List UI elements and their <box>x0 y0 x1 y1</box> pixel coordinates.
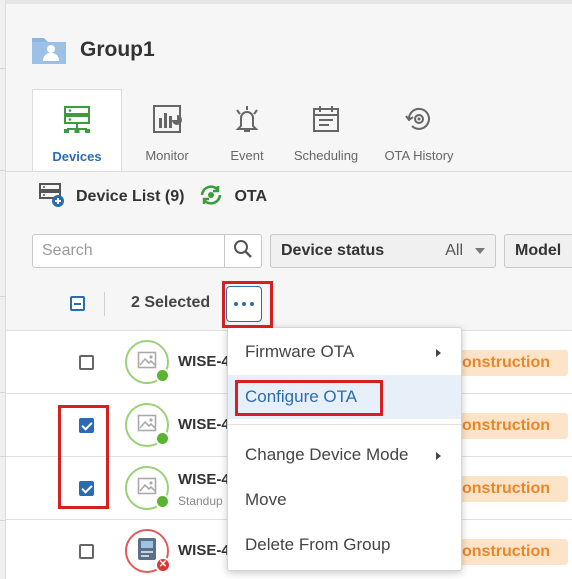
chevron-right-icon <box>436 349 441 357</box>
menu-item-firmware-ota[interactable]: Firmware OTA <box>228 330 461 374</box>
ota-history-icon <box>402 102 436 136</box>
status-badge: onstruction <box>444 539 568 565</box>
status-error-icon: ✕ <box>155 557 171 573</box>
menu-divider <box>228 424 461 425</box>
avatar: ✕ <box>125 529 171 573</box>
menu-item-label: Delete From Group <box>245 535 391 554</box>
avatar <box>125 466 170 510</box>
tab-monitor[interactable]: Monitor <box>122 89 212 171</box>
chevron-right-icon <box>436 452 441 460</box>
tab-ota-history-label: OTA History <box>384 148 454 163</box>
tab-devices-label: Devices <box>52 149 102 164</box>
calendar-icon <box>309 102 343 136</box>
page-title: Group1 <box>80 38 155 61</box>
subheader: Device List (9) OTA <box>38 182 267 212</box>
device-name[interactable]: WISE-4 <box>178 542 230 559</box>
tab-devices[interactable]: Devices <box>32 89 122 171</box>
tab-monitor-label: Monitor <box>145 148 189 163</box>
tab-event-label: Event <box>230 148 264 163</box>
tab-scheduling[interactable]: Scheduling <box>282 89 370 171</box>
device-status-value: All <box>445 242 463 259</box>
device-name[interactable]: WISE-4 <box>178 416 230 433</box>
status-badge: onstruction <box>444 413 568 439</box>
select-all-checkbox[interactable] <box>70 296 85 311</box>
selection-bar: 2 Selected <box>6 282 572 328</box>
selected-count: 2 Selected <box>131 294 211 311</box>
status-badge: onstruction <box>444 350 568 376</box>
chevron-down-icon <box>475 248 485 254</box>
model-label: Model <box>515 242 562 259</box>
menu-item-move[interactable]: Move <box>228 478 461 522</box>
more-actions-button[interactable] <box>226 286 262 322</box>
row-checkbox[interactable] <box>79 481 94 496</box>
avatar <box>125 340 170 384</box>
device-status-select[interactable]: Device status All <box>270 234 496 268</box>
row-checkbox[interactable] <box>79 544 94 559</box>
search-icon <box>233 239 253 264</box>
bell-icon <box>230 102 264 136</box>
model-select[interactable]: Model <box>504 234 572 268</box>
device-list-icon <box>38 182 66 213</box>
device-name[interactable]: WISE-4 <box>178 353 230 370</box>
ota-label[interactable]: OTA <box>234 188 267 206</box>
device-status-label: Device status <box>281 242 385 259</box>
divider <box>104 292 105 316</box>
menu-item-configure-ota[interactable]: Configure OTA <box>228 375 461 419</box>
row-checkbox[interactable] <box>79 418 94 433</box>
image-placeholder-icon <box>137 413 157 438</box>
actions-menu: Firmware OTA Configure OTA Change Device… <box>227 327 462 571</box>
group-header: Group1 <box>30 30 155 70</box>
tab-event[interactable]: Event <box>212 89 282 171</box>
status-badge: onstruction <box>444 476 568 502</box>
device-list-label[interactable]: Device List (9) <box>76 188 184 206</box>
folder-user-icon <box>30 34 68 66</box>
menu-item-label: Firmware OTA <box>245 342 355 361</box>
tab-ota-history[interactable]: OTA History <box>370 89 468 171</box>
search-box <box>32 234 262 268</box>
status-online-dot <box>155 494 170 509</box>
image-placeholder-icon <box>137 350 157 375</box>
avatar <box>125 403 170 447</box>
menu-item-label: Change Device Mode <box>245 445 409 464</box>
image-placeholder-icon <box>137 476 157 501</box>
search-button[interactable] <box>225 234 262 268</box>
more-dots-icon <box>234 302 238 306</box>
device-description: Standup <box>178 494 223 508</box>
monitor-chart-icon <box>150 102 184 136</box>
tab-bar: Devices Monitor Event Scheduling OTA His… <box>32 89 468 171</box>
devices-icon <box>60 103 94 137</box>
search-input[interactable] <box>32 234 225 268</box>
menu-item-delete-from-group[interactable]: Delete From Group <box>228 523 461 567</box>
status-online-dot <box>155 368 170 383</box>
ota-icon <box>198 182 224 213</box>
tab-scheduling-label: Scheduling <box>293 148 359 163</box>
menu-item-change-device-mode[interactable]: Change Device Mode <box>228 433 461 477</box>
menu-item-label: Move <box>245 490 287 509</box>
status-online-dot <box>155 431 170 446</box>
row-checkbox[interactable] <box>79 355 94 370</box>
menu-item-label: Configure OTA <box>245 387 358 406</box>
device-name[interactable]: WISE-4 <box>178 471 230 488</box>
